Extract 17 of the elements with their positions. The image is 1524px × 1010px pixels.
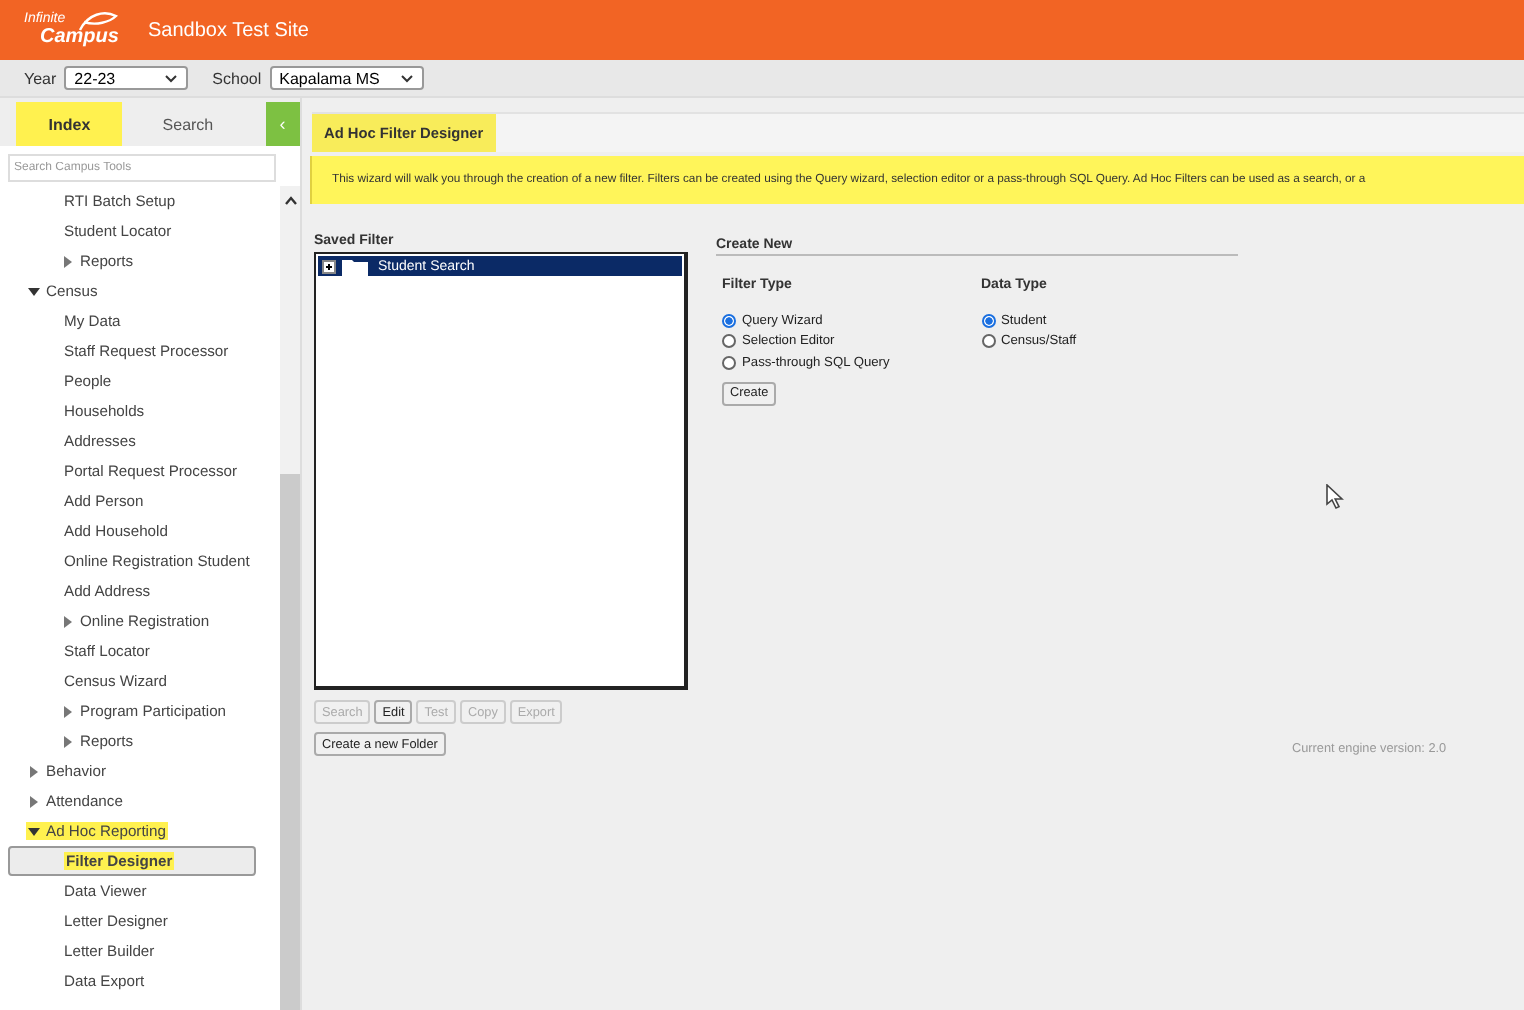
scrollbar[interactable] (280, 186, 300, 1010)
folder-icon (342, 257, 368, 275)
year-select[interactable]: 22-23 (64, 66, 189, 90)
year-label: Year (24, 69, 57, 87)
site-title: Sandbox Test Site (148, 19, 309, 41)
logo-text: Campus (40, 26, 119, 48)
expand-icon[interactable] (322, 259, 336, 273)
sidebar-tab[interactable]: Index (16, 102, 123, 146)
scroll-up-icon[interactable] (283, 196, 297, 206)
school-label: School (212, 69, 262, 87)
sidebar-tab[interactable]: Search (122, 102, 253, 146)
chevron-icon (399, 73, 414, 83)
triangle-icon[interactable] (28, 285, 40, 297)
cursor-icon (1326, 484, 1344, 510)
triangle-icon[interactable] (28, 825, 40, 837)
school-select[interactable]: Kapalama MS (269, 66, 424, 90)
chevron-icon (164, 73, 179, 83)
